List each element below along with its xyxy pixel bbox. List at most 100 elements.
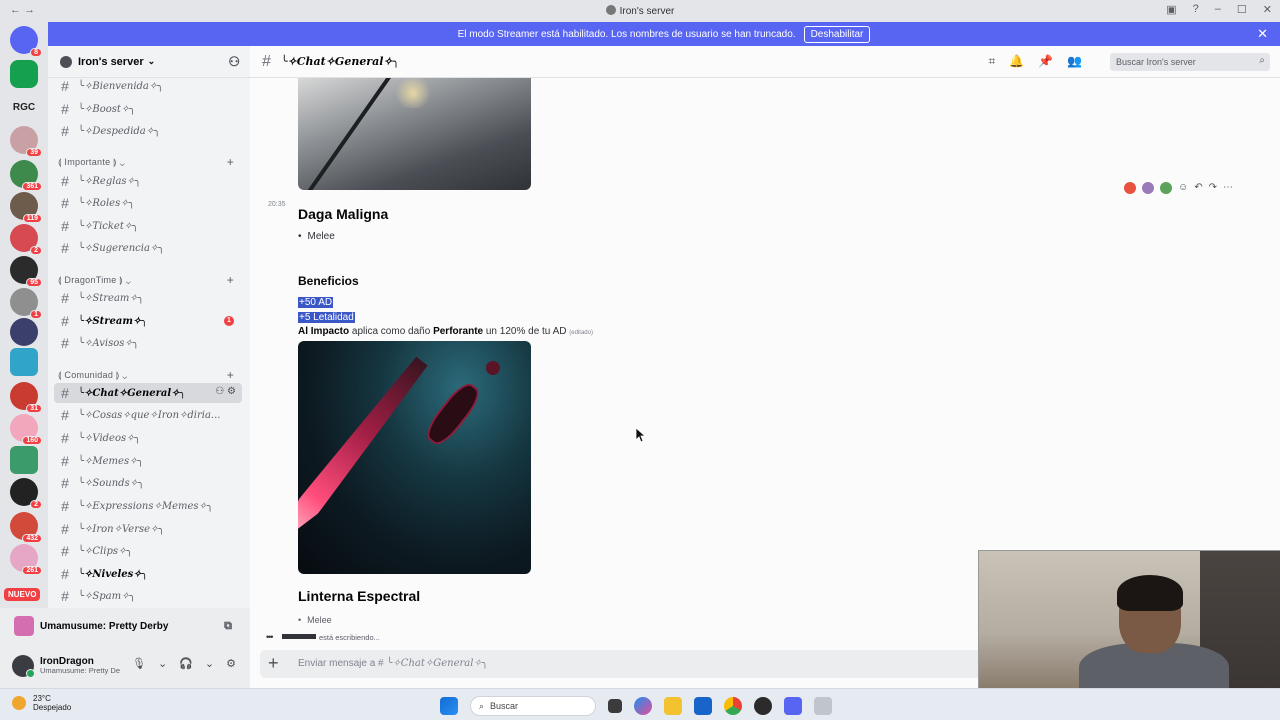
edited-label: (editado) <box>569 330 593 336</box>
server-header[interactable]: Iron's server ⌄ ⚇ <box>48 46 250 78</box>
add-channel-icon[interactable]: + <box>227 273 234 287</box>
channel-avisos[interactable]: # ╰✧Avisos✧╮ <box>54 333 242 353</box>
channel-ticket[interactable]: # ╰✧Ticket✧╮ <box>54 216 242 236</box>
reaction-emoji-icon[interactable] <box>1142 182 1154 194</box>
image-attachment[interactable] <box>298 78 531 190</box>
bell-icon[interactable]: 🔔 <box>1009 54 1024 69</box>
threads-icon[interactable]: ⌗ <box>988 54 995 69</box>
invite-people-icon[interactable]: ⚇ <box>228 54 240 70</box>
channel-niveles[interactable]: # ╰✧Niveles✧╮ <box>54 564 242 584</box>
server-icon <box>605 5 616 15</box>
category-importante[interactable]: ⟬ Importante ⟭ ⌄ + <box>58 155 242 169</box>
direct-messages-icon[interactable]: 8 <box>10 26 42 57</box>
server-icon[interactable]: 1 <box>10 288 42 319</box>
server-icon[interactable] <box>10 348 38 376</box>
category-comunidad[interactable]: ⟬ Comunidad ⟭ ⌄ + <box>58 368 242 382</box>
server-icon[interactable] <box>10 318 38 346</box>
store-icon[interactable] <box>694 697 712 715</box>
maximize-button[interactable]: ☐ <box>1237 3 1247 16</box>
channel-stream[interactable]: # ╰✧Stream✧╮ <box>54 288 242 308</box>
add-channel-icon[interactable]: + <box>227 368 234 382</box>
channel-sounds[interactable]: # ╰✧Sounds✧╮ <box>54 473 242 493</box>
server-icon[interactable] <box>10 60 38 88</box>
server-icon[interactable]: 31 <box>10 382 42 413</box>
task-view-icon[interactable] <box>608 699 622 713</box>
server-icon[interactable] <box>10 446 38 474</box>
hash-icon: # <box>61 566 69 582</box>
attach-plus-icon[interactable]: + <box>268 653 279 674</box>
webcam-overlay <box>978 550 1280 688</box>
server-icon[interactable]: 2 <box>10 224 42 255</box>
server-icon[interactable]: 119 <box>10 192 42 223</box>
server-icon[interactable]: 361 <box>10 160 42 191</box>
obs-icon[interactable] <box>754 697 772 715</box>
channel-boost[interactable]: # ╰✧Boost✧╮ <box>54 99 242 119</box>
activity-toggle-icon[interactable]: ⧉ <box>224 620 232 633</box>
reply-icon[interactable]: ↶ <box>1194 182 1202 194</box>
channel-spam[interactable]: # ╰✧Spam✧╮ <box>54 586 242 606</box>
weather-widget[interactable]: 23°C Despejado <box>12 694 71 712</box>
channel-sugerencia[interactable]: # ╰✧Sugerencia✧╮ <box>54 238 242 258</box>
hash-icon: # <box>61 521 69 537</box>
channel-bienvenida[interactable]: # ╰✧Bienvenida✧╮ <box>54 76 242 96</box>
server-icon[interactable]: 160 <box>10 414 42 445</box>
chevron-down-icon[interactable]: ⌄ <box>205 657 214 670</box>
typing-dots-icon: ••• <box>266 632 273 642</box>
channel-memes[interactable]: # ╰✧Memes✧╮ <box>54 451 242 471</box>
channel-settings-icon[interactable]: ⚇ ⚙ <box>215 386 236 397</box>
channel-reglas[interactable]: # ╰✧Reglas✧╮ <box>54 171 242 191</box>
reaction-emoji-icon[interactable] <box>1160 182 1172 194</box>
channel-stream-unread[interactable]: # ╰✧Stream✧╮ 1 <box>54 311 242 331</box>
server-icon[interactable]: 432 <box>10 512 42 543</box>
app-icon[interactable] <box>814 697 832 715</box>
server-text-icon[interactable]: RGC <box>10 94 38 122</box>
server-icon[interactable]: 39 <box>10 126 42 157</box>
add-channel-icon[interactable]: + <box>227 155 234 169</box>
copilot-icon[interactable] <box>634 697 652 715</box>
microphone-icon[interactable]: 🎙 <box>132 657 146 670</box>
sword-image <box>305 78 395 190</box>
new-badge[interactable]: NUEVO <box>4 588 41 601</box>
gear-icon[interactable]: ⚙ <box>226 657 236 670</box>
disable-streamer-button[interactable]: Deshabilitar <box>803 25 871 43</box>
server-icon[interactable]: 2 <box>10 478 42 509</box>
activity-label: Umamusume: Pretty Derby <box>40 620 169 632</box>
image-attachment[interactable] <box>298 341 531 574</box>
category-dragontime[interactable]: ⟬ DragonTime ⟭ ⌄ + <box>58 273 242 287</box>
forward-icon[interactable]: ↷ <box>1209 182 1217 194</box>
user-names[interactable]: IronDragon Umamusume: Pretty De <box>40 656 120 675</box>
file-explorer-icon[interactable] <box>664 697 682 715</box>
pin-icon[interactable]: 📌 <box>1038 54 1053 69</box>
channel-videos[interactable]: # ╰✧Videos✧╮ <box>54 428 242 448</box>
activity-panel[interactable]: Umamusume: Pretty Derby ⧉ <box>0 608 250 644</box>
hash-icon: # <box>61 123 69 139</box>
close-button[interactable]: ✕ <box>1263 3 1272 16</box>
channel-clips[interactable]: # ╰✧Clips✧╮ <box>54 541 242 561</box>
message-heading: Daga Maligna <box>298 206 389 222</box>
search-input[interactable]: Buscar Iron's server ⌕ <box>1110 53 1270 71</box>
channel-expressions-memes[interactable]: # ╰✧Expressions✧Memes✧╮ <box>54 496 242 516</box>
chrome-icon[interactable] <box>724 697 742 715</box>
headphones-icon[interactable]: 🎧 <box>179 657 193 670</box>
channel-cosas-que-iron-diria[interactable]: # ╰✧Cosas✧que✧Iron✧diria... <box>54 405 242 425</box>
reaction-emoji-icon[interactable] <box>1124 182 1136 194</box>
avatar[interactable] <box>12 655 35 678</box>
help-icon[interactable]: ? <box>1193 3 1199 16</box>
channel-header: # ╰✧Chat✧General✧╮ ⌗ 🔔 📌 👥 Buscar Iron's… <box>250 46 1280 78</box>
discord-icon[interactable] <box>784 697 802 715</box>
minimize-button[interactable]: – <box>1215 3 1221 16</box>
inbox-icon[interactable]: ▣ <box>1166 3 1176 16</box>
taskbar-search[interactable]: ⌕ Buscar <box>470 696 596 716</box>
server-icon[interactable]: 95 <box>10 256 42 287</box>
start-icon[interactable] <box>440 697 458 715</box>
server-icon[interactable]: 261 <box>10 544 42 575</box>
more-icon[interactable]: ⋯ <box>1223 182 1233 194</box>
add-reaction-icon[interactable]: ☺ <box>1178 182 1188 194</box>
channel-iron-verse[interactable]: # ╰✧Iron✧Verse✧╮ <box>54 519 242 539</box>
close-icon[interactable]: ✕ <box>1257 26 1268 42</box>
channel-chat-general[interactable]: # ╰✧Chat✧General✧╮ ⚇ ⚙ <box>54 383 242 403</box>
chevron-down-icon[interactable]: ⌄ <box>158 657 167 670</box>
channel-roles[interactable]: # ╰✧Roles✧╮ <box>54 193 242 213</box>
members-icon[interactable]: 👥 <box>1067 54 1082 69</box>
channel-despedida[interactable]: # ╰✧Despedida✧╮ <box>54 121 242 141</box>
